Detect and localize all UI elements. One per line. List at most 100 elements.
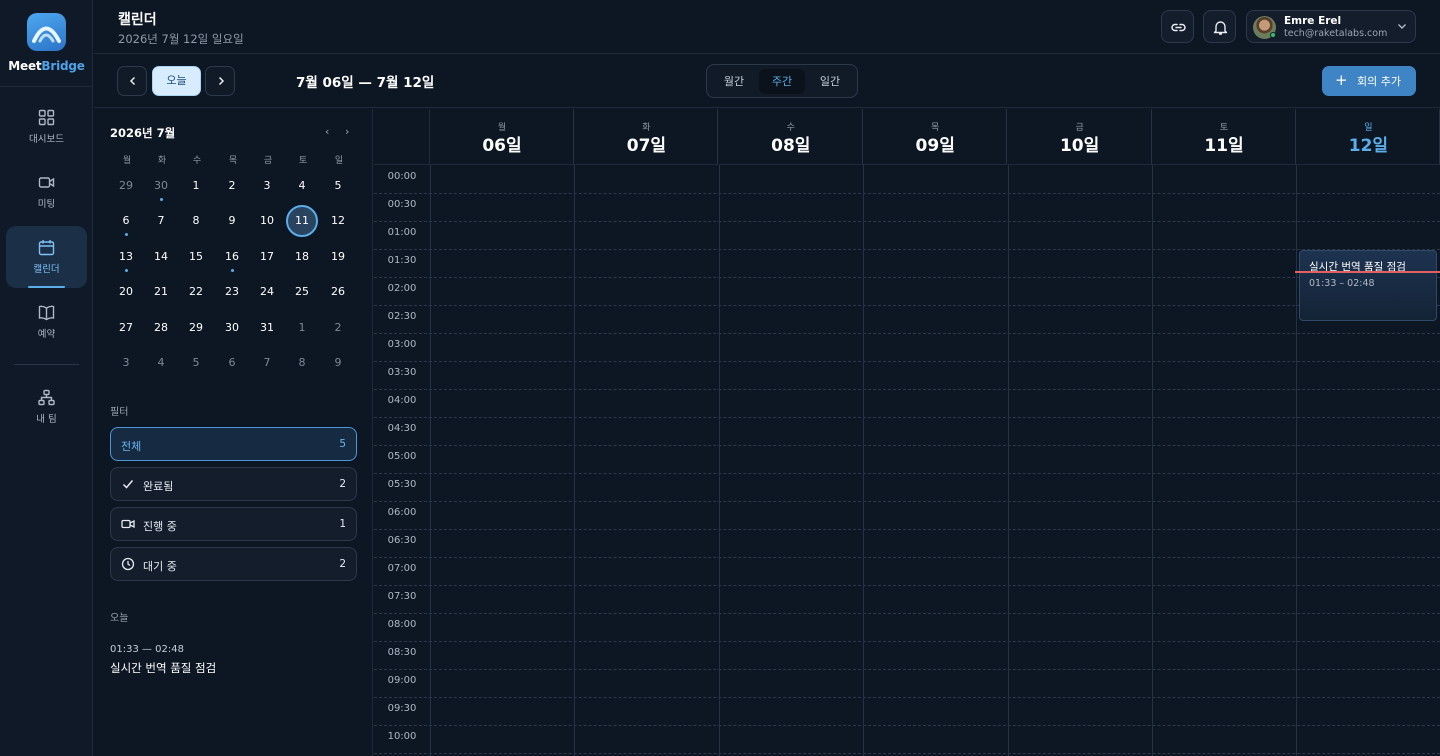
next-week-button[interactable] [205, 66, 235, 96]
mini-calendar-day[interactable]: 22 [180, 276, 212, 308]
current-time-indicator [1295, 271, 1440, 273]
copy-link-button[interactable] [1161, 10, 1194, 43]
day-column-header[interactable]: 토 11일 [1152, 109, 1296, 165]
calendar-icon [38, 240, 55, 256]
mini-calendar-prev-button[interactable]: ‹ [325, 125, 329, 138]
calendar-event[interactable]: 실시간 번역 품질 점검 01:33 – 02:48 [1299, 250, 1437, 321]
mini-calendar-day[interactable]: 2 [216, 170, 248, 202]
mini-calendar-day[interactable]: 11 [286, 205, 318, 238]
sidebar-item-dashboard[interactable]: 대시보드 [6, 96, 87, 158]
add-meeting-button[interactable]: + 회의 추가 [1322, 66, 1416, 96]
mini-calendar-day[interactable]: 4 [145, 347, 177, 379]
day-number: 19 [331, 249, 345, 263]
view-month-tab[interactable]: 월간 [711, 69, 757, 94]
day-column-header[interactable]: 목 09일 [863, 109, 1008, 165]
mini-calendar-day[interactable]: 1 [180, 170, 212, 202]
today-button[interactable]: 오늘 [152, 66, 201, 96]
day-column-header[interactable]: 화 07일 [574, 109, 719, 165]
filter-all[interactable]: 전체 5 [110, 427, 357, 461]
user-menu[interactable]: Emre Erel tech@raketalabs.com [1246, 10, 1416, 43]
view-day-tab[interactable]: 일간 [807, 69, 853, 94]
time-slot-line [374, 697, 1440, 698]
time-slot-label: 08:00 [387, 619, 417, 630]
page-title: 캘린더 [118, 12, 157, 28]
day-column-header[interactable]: 일 12일 [1296, 109, 1440, 165]
mini-calendar-day[interactable]: 2 [322, 312, 354, 344]
mini-calendar-day[interactable]: 23 [216, 276, 248, 308]
day-number: 12 [331, 214, 345, 228]
day-column-divider [1296, 165, 1298, 756]
filter-completed[interactable]: 완료됨 2 [110, 467, 357, 501]
day-number: 15 [189, 249, 203, 263]
mini-calendar-day[interactable]: 15 [180, 241, 212, 273]
time-slot-line [374, 585, 1440, 586]
mini-calendar-day[interactable]: 7 [145, 205, 177, 237]
chevron-down-icon [1398, 24, 1406, 29]
logo-icon[interactable] [27, 13, 66, 51]
mini-calendar-day[interactable]: 17 [251, 241, 283, 273]
mini-calendar-day[interactable]: 16 [216, 241, 248, 273]
mini-calendar-day[interactable]: 4 [286, 170, 318, 202]
mini-calendar-day[interactable]: 3 [110, 347, 142, 379]
mini-calendar-day[interactable]: 10 [251, 205, 283, 237]
mini-calendar-day[interactable]: 30 [216, 312, 248, 344]
mini-calendar-day[interactable]: 28 [145, 312, 177, 344]
day-column-header[interactable]: 금 10일 [1007, 109, 1152, 165]
day-number: 21 [154, 285, 168, 299]
mini-calendar-day[interactable]: 29 [110, 170, 142, 202]
mini-calendar-day[interactable]: 30 [145, 170, 177, 202]
mini-calendar-day[interactable]: 13 [110, 241, 142, 273]
day-column-header[interactable]: 수 08일 [718, 109, 863, 165]
day-column-divider [574, 165, 576, 756]
previous-week-button[interactable] [117, 66, 147, 96]
time-slot-line [374, 333, 1440, 334]
sidebar-item-meetings[interactable]: 미팅 [6, 161, 87, 223]
sidebar-item-my-team[interactable]: 내 팀 [6, 376, 87, 438]
mini-calendar-day[interactable]: 5 [180, 347, 212, 379]
sidebar-item-calendar[interactable]: 캘린더 [6, 226, 87, 288]
day-number: 2 [334, 320, 342, 334]
time-slot-line [374, 361, 1440, 362]
mini-calendar-next-button[interactable]: › [345, 125, 349, 138]
filter-pending[interactable]: 대기 중 2 [110, 547, 357, 581]
today-event-title[interactable]: 실시간 번역 품질 점검 [110, 660, 216, 676]
day-number: 13 [119, 249, 133, 263]
mini-calendar-day[interactable]: 26 [322, 276, 354, 308]
notifications-button[interactable] [1203, 10, 1236, 43]
day-number: 27 [119, 320, 133, 334]
mini-calendar-day[interactable]: 9 [322, 347, 354, 379]
mini-calendar-day[interactable]: 20 [110, 276, 142, 308]
mini-calendar-day[interactable]: 14 [145, 241, 177, 273]
mini-calendar-day[interactable]: 6 [216, 347, 248, 379]
mini-calendar-day[interactable]: 9 [216, 205, 248, 237]
time-slot-label: 08:30 [387, 647, 417, 658]
filter-in-progress[interactable]: 진행 중 1 [110, 507, 357, 541]
mini-calendar-day[interactable]: 18 [286, 241, 318, 273]
filter-count: 2 [339, 558, 346, 570]
day-column-header[interactable]: 월 06일 [430, 109, 574, 165]
day-number: 29 [119, 179, 133, 192]
mini-calendar-day[interactable]: 12 [322, 205, 354, 237]
mini-calendar-day[interactable]: 1 [286, 312, 318, 344]
mini-calendar-day[interactable]: 5 [322, 170, 354, 202]
mini-calendar-day[interactable]: 8 [286, 347, 318, 379]
time-slot-label: 05:30 [387, 479, 417, 490]
mini-calendar-day[interactable]: 3 [251, 170, 283, 202]
mini-calendar-day[interactable]: 29 [180, 312, 212, 344]
mini-calendar-day[interactable]: 24 [251, 276, 283, 308]
mini-calendar-day[interactable]: 7 [251, 347, 283, 379]
mini-calendar-day[interactable]: 31 [251, 312, 283, 344]
view-switcher: 월간 주간 일간 [706, 64, 858, 98]
mini-calendar-day[interactable]: 21 [145, 276, 177, 308]
view-week-tab[interactable]: 주간 [759, 69, 805, 94]
day-number: 30 [225, 320, 239, 334]
sidebar-item-booking[interactable]: 예약 [6, 291, 87, 353]
mini-calendar-day[interactable]: 6 [110, 205, 142, 237]
add-meeting-label: 회의 추가 [1357, 75, 1401, 88]
chevron-left-icon [129, 76, 136, 86]
time-slot-label: 03:00 [387, 339, 417, 350]
mini-calendar-day[interactable]: 27 [110, 312, 142, 344]
mini-calendar-day[interactable]: 8 [180, 205, 212, 237]
mini-calendar-day[interactable]: 19 [322, 241, 354, 273]
mini-calendar-day[interactable]: 25 [286, 276, 318, 308]
